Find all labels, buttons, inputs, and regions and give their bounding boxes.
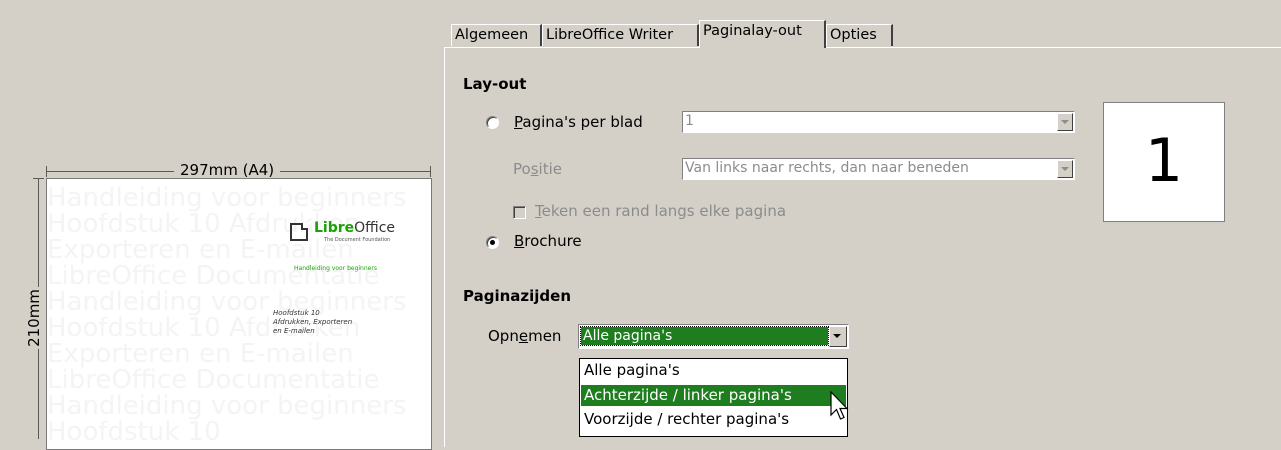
pages-per-sheet-value: 1: [685, 113, 694, 129]
dropdown-option-all[interactable]: Alle pagina's: [581, 360, 846, 381]
preview-subtitle: Handleiding voor beginners: [294, 265, 377, 272]
document-icon: [290, 223, 308, 241]
mouse-pointer-icon: [830, 390, 850, 427]
preview-chapter: Hoofdstuk 10 Afdrukken, Exporteren en E-…: [273, 309, 353, 335]
border-checkbox[interactable]: [513, 206, 526, 219]
pagesides-section-title: Paginazijden: [463, 287, 571, 305]
tab-opties[interactable]: Opties: [826, 24, 893, 46]
page-thumbnail: Handleiding voor beginners Hoofdstuk 10 …: [46, 178, 432, 450]
pages-per-sheet-label[interactable]: Pagina's per blad: [514, 113, 643, 131]
chevron-down-icon[interactable]: [1057, 113, 1073, 131]
border-label[interactable]: Teken een rand langs elke pagina: [535, 202, 786, 220]
layout-section-title: Lay-out: [463, 75, 527, 93]
position-select[interactable]: Van links naar rechts, dan naar beneden: [682, 158, 1075, 180]
layout-preview-number: 1: [1103, 102, 1225, 222]
include-select[interactable]: Alle pagina's: [578, 324, 849, 349]
include-select-value: Alle pagina's: [580, 326, 829, 346]
watermark-line: Hoofdstuk 10: [47, 417, 221, 447]
chevron-down-icon[interactable]: [829, 326, 847, 347]
preview-height-label: 210mm: [21, 287, 46, 349]
tab-paginalay-out[interactable]: Paginalay-out: [699, 20, 826, 48]
dropdown-option-back-left[interactable]: Achterzijde / linker pagina's: [581, 385, 846, 406]
tab-libreoffice-writer[interactable]: LibreOffice Writer: [542, 24, 699, 46]
pages-per-sheet-select[interactable]: 1: [682, 111, 1075, 133]
pages-per-sheet-radio[interactable]: [486, 116, 499, 129]
position-label: Positie: [513, 160, 562, 178]
brochure-radio[interactable]: [486, 236, 499, 249]
position-value: Van links naar rechts, dan naar beneden: [685, 160, 969, 176]
chevron-down-icon[interactable]: [1057, 160, 1073, 178]
brochure-label[interactable]: Brochure: [514, 232, 582, 250]
preview-width-label: 297mm (A4): [174, 161, 281, 179]
include-dropdown-list: Alle pagina's Achterzijde / linker pagin…: [579, 358, 848, 437]
tab-algemeen[interactable]: Algemeen: [451, 24, 542, 46]
dropdown-option-front-right[interactable]: Voorzijde / rechter pagina's: [581, 409, 846, 430]
include-label: Opnemen: [488, 327, 562, 345]
